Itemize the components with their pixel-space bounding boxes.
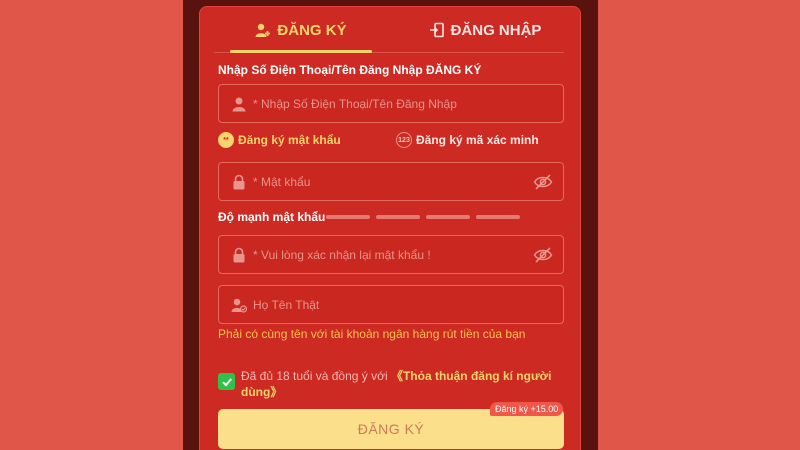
real-name-input[interactable] [253,297,563,312]
username-section-label: Nhập Số Điện Thoại/Tên Đăng Nhập ĐĂNG KÝ [218,63,482,77]
strength-bar [376,215,420,219]
password-input[interactable] [253,174,563,189]
agreement-statement: Đã đủ 18 tuổi và đồng ý với [241,369,388,383]
active-tab-indicator [230,50,372,53]
strength-bar [426,215,470,219]
tab-register[interactable]: ĐĂNG KÝ [230,7,372,53]
user-check-icon [231,298,247,313]
tab-login[interactable]: ĐĂNG NHẬP [410,7,560,53]
username-field[interactable] [218,84,564,123]
add-user-icon [255,23,271,37]
check-icon [221,377,232,386]
lock-icon [233,247,245,262]
eye-off-icon[interactable] [533,245,553,265]
auth-tabs: ĐĂNG KÝ ĐĂNG NHẬP [214,7,564,53]
eye-off-icon[interactable] [533,172,553,192]
confirm-password-field[interactable] [218,235,564,274]
password-mode-icon: ** [218,132,234,148]
user-icon [232,97,246,111]
register-bonus-badge: Đăng ký +15.00 [490,402,564,416]
strength-bar [476,215,520,219]
strength-bar [326,215,370,219]
password-strength-label: Độ mạnh mật khẩu [218,210,326,224]
tab-register-label: ĐĂNG KÝ [277,21,347,39]
tab-login-label: ĐĂNG NHẬP [450,21,542,39]
mode-otp-label: Đăng ký mã xác minh [416,133,539,147]
register-modal: ĐĂNG KÝ ĐĂNG NHẬP Nhập Số Điện Thoại/Tên… [199,6,581,450]
username-input[interactable] [253,96,563,111]
agreement-text: Đã đủ 18 tuổi và đồng ý với 《Thỏa thuận … [241,368,571,400]
mode-password-label: Đăng ký mật khẩu [238,133,341,147]
lock-icon [233,174,245,189]
confirm-password-input[interactable] [253,247,563,262]
real-name-field[interactable] [218,285,564,324]
mode-otp-option[interactable]: 123 Đăng ký mã xác minh [396,132,539,148]
mode-password-option[interactable]: ** Đăng ký mật khẩu [218,132,341,148]
login-door-icon [429,22,444,38]
otp-mode-icon: 123 [396,132,412,148]
password-field[interactable] [218,162,564,201]
agree-checkbox[interactable] [218,373,235,390]
real-name-hint: Phải có cùng tên với tài khoản ngân hàng… [218,327,526,341]
